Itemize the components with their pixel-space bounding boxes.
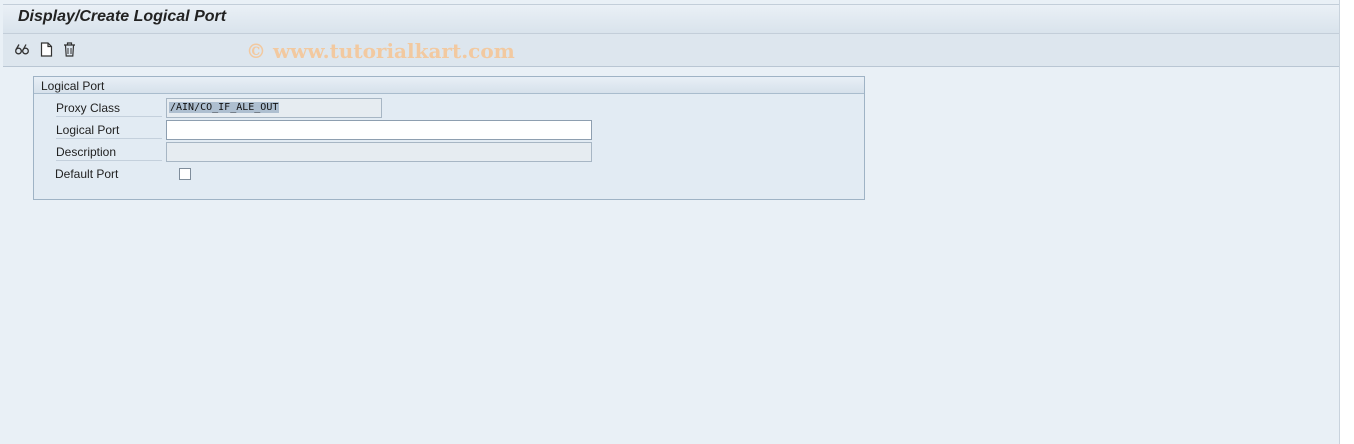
default-port-label: Default Port bbox=[55, 167, 119, 181]
group-title: Logical Port bbox=[41, 79, 105, 93]
watermark: © www.tutorialkart.com bbox=[246, 39, 515, 63]
proxy-class-label: Proxy Class bbox=[56, 99, 162, 117]
description-label: Description bbox=[56, 143, 162, 161]
new-document-icon[interactable] bbox=[37, 40, 55, 58]
default-port-checkbox[interactable] bbox=[179, 168, 191, 180]
description-field[interactable] bbox=[166, 142, 592, 162]
proxy-class-field[interactable]: /AIN/CO_IF_ALE_OUT bbox=[166, 98, 382, 118]
application-toolbar: © www.tutorialkart.com bbox=[3, 34, 1339, 67]
logical-port-input[interactable] bbox=[166, 120, 592, 140]
page-title: Display/Create Logical Port bbox=[18, 8, 227, 25]
proxy-class-value: /AIN/CO_IF_ALE_OUT bbox=[169, 102, 280, 113]
title-bar: Display/Create Logical Port bbox=[3, 4, 1339, 34]
glasses-icon[interactable] bbox=[13, 40, 31, 58]
trash-icon[interactable] bbox=[60, 40, 78, 58]
group-header: Logical Port bbox=[34, 77, 864, 94]
logical-port-group: Logical Port Proxy Class /AIN/CO_IF_ALE_… bbox=[33, 76, 865, 200]
logical-port-label: Logical Port bbox=[56, 121, 162, 139]
sap-window: Display/Create Logical Port © www.tutori… bbox=[0, 0, 1340, 444]
